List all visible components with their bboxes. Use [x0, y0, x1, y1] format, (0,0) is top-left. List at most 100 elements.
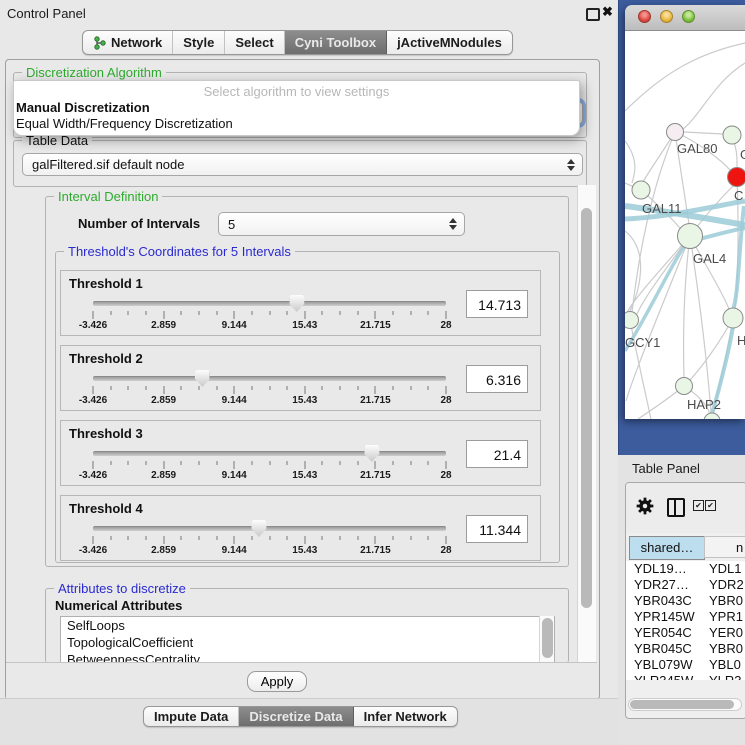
network-edge[interactable] — [684, 132, 723, 134]
close-icon[interactable]: ✖ — [602, 4, 613, 20]
slider-thumb[interactable] — [251, 520, 266, 537]
tick-label: 21.715 — [360, 395, 391, 406]
network-edge[interactable] — [625, 236, 690, 316]
dropdown-option-equal-width[interactable]: Equal Width/Frequency Discretization — [16, 116, 233, 131]
threshold-slider[interactable]: -3.4262.8599.14415.4321.71528 — [93, 346, 446, 412]
network-edge[interactable] — [684, 236, 690, 378]
dropdown-option-manual[interactable]: Manual Discretization — [16, 100, 150, 115]
network-node-gal80[interactable] — [667, 124, 684, 141]
tab-jactivemnodules[interactable]: jActiveMNodules — [387, 31, 512, 54]
table-row[interactable]: YDL19…YDL1 — [626, 561, 745, 577]
attributes-list-scrollbar[interactable] — [539, 616, 554, 662]
tick-label: 9.144 — [222, 470, 247, 481]
control-panel-titlebar: Control Panel ✖ — [0, 0, 618, 27]
threshold-value-field[interactable]: 11.344 — [466, 515, 528, 543]
threshold-value-field[interactable]: 6.316 — [466, 365, 528, 393]
group-title: Threshold's Coordinates for 5 Intervals — [64, 244, 295, 259]
checkbox-icon[interactable]: ✔ — [705, 500, 716, 511]
network-canvas[interactable]: GAL80GACGAL11GAL4GCY1HHAP2 — [625, 31, 745, 419]
columns-icon[interactable] — [667, 498, 685, 517]
threshold-slider[interactable]: -3.4262.8599.14415.4321.71528 — [93, 496, 446, 562]
node-label: GAL11 — [642, 201, 682, 216]
tab-discretize-data[interactable]: Discretize Data — [239, 707, 353, 726]
tab-select[interactable]: Select — [225, 31, 284, 54]
tick-label: 15.43 — [292, 320, 317, 331]
right-pane: GAL80GACGAL11GAL4GCY1HHAP2 Table Panel — [618, 0, 745, 745]
threshold-value-field[interactable]: 14.713 — [466, 290, 528, 318]
network-node-gal11[interactable] — [632, 181, 650, 199]
table-row[interactable]: YBR043CYBR0 — [626, 593, 745, 609]
group-title: Attributes to discretize — [54, 581, 190, 596]
list-item[interactable]: TopologicalCoefficient — [61, 634, 554, 651]
slider-thumb[interactable] — [195, 370, 210, 387]
network-edge[interactable] — [625, 141, 635, 183]
dropdown-hint: Select algorithm to view settings — [14, 84, 579, 99]
tick-label: 2.859 — [151, 545, 176, 556]
column-header-shared-name[interactable]: shared… — [629, 536, 705, 560]
table-row[interactable]: YPR145WYPR1 — [626, 609, 745, 625]
tick-label: 9.144 — [222, 545, 247, 556]
apply-button[interactable]: Apply — [247, 671, 307, 692]
slider-scale: -3.4262.8599.14415.4321.71528 — [93, 470, 446, 482]
numerical-attributes-list[interactable]: SelfLoopsTopologicalCoefficientBetweenne… — [60, 616, 555, 664]
network-node-gcy1[interactable] — [625, 312, 639, 329]
tab-label: Network — [111, 35, 162, 50]
table-row[interactable]: YLR345WYLR3 — [626, 673, 745, 680]
table-panel-toolbar: ✔ ✔ — [626, 483, 745, 533]
combo-stepper-icon — [449, 218, 457, 230]
checkbox-icon[interactable]: ✔ — [693, 500, 704, 511]
slider-thumb[interactable] — [289, 295, 304, 312]
tab-network[interactable]: Network — [83, 31, 173, 54]
slider-scale: -3.4262.8599.14415.4321.71528 — [93, 320, 446, 332]
table-horizontal-scrollbar[interactable] — [628, 698, 742, 711]
slider-ticks — [93, 311, 446, 319]
tab-label: Impute Data — [154, 709, 228, 724]
tab-label: Infer Network — [364, 709, 447, 724]
control-panel-tabs: Network StyleSelectCyni ToolboxjActiveMNo… — [82, 30, 513, 55]
table-row[interactable]: YBL079WYBL0 — [626, 657, 745, 673]
table-data-combobox[interactable]: galFiltered.sif default node — [22, 153, 583, 176]
threshold-slider[interactable]: -3.4262.8599.14415.4321.71528 — [93, 271, 446, 337]
zoom-traffic-icon[interactable] — [682, 10, 695, 23]
network-edge[interactable] — [683, 63, 745, 129]
tick-label: 28 — [440, 320, 451, 331]
network-node-node-bottom[interactable] — [704, 413, 720, 419]
network-node-c[interactable] — [728, 168, 745, 187]
network-edge[interactable] — [690, 318, 733, 380]
tab-style[interactable]: Style — [173, 31, 225, 54]
table-rows: YDL19…YDL1YDR27… YDR2YBR043CYBR0YPR145WYP… — [626, 561, 745, 680]
network-node-h[interactable] — [723, 308, 743, 328]
float-window-icon[interactable] — [586, 8, 600, 21]
network-node-ga[interactable] — [723, 126, 741, 144]
table-data-selected: galFiltered.sif default node — [32, 157, 184, 172]
close-traffic-icon[interactable] — [638, 10, 651, 23]
node-label: H — [737, 333, 745, 348]
tab-infer-network[interactable]: Infer Network — [354, 707, 457, 726]
slider-track — [93, 301, 446, 306]
tick-label: 2.859 — [151, 470, 176, 481]
table-row[interactable]: YBR045CYBR0 — [626, 641, 745, 657]
cell-name: YDR2 — [709, 577, 744, 592]
settings-scrollbar[interactable] — [577, 185, 596, 662]
threshold-value-field[interactable]: 21.4 — [466, 440, 528, 468]
minimize-traffic-icon[interactable] — [660, 10, 673, 23]
gear-icon[interactable] — [636, 497, 654, 520]
tab-cyni-toolbox[interactable]: Cyni Toolbox — [285, 31, 387, 54]
column-header-name[interactable]: n — [704, 536, 745, 558]
slider-thumb[interactable] — [364, 445, 379, 462]
tick-label: 21.715 — [360, 545, 391, 556]
table-row[interactable]: YER054CYER0 — [626, 625, 745, 641]
threshold-slider[interactable]: -3.4262.8599.14415.4321.71528 — [93, 421, 446, 487]
tab-impute-data[interactable]: Impute Data — [144, 707, 239, 726]
tick-label: -3.426 — [79, 395, 107, 406]
list-item[interactable]: SelfLoops — [61, 617, 554, 634]
num-intervals-combobox[interactable]: 5 — [218, 212, 465, 236]
cell-shared-name: YER054C — [634, 625, 692, 640]
network-window: GAL80GACGAL11GAL4GCY1HHAP2 — [625, 5, 745, 419]
cell-shared-name: YDR27… — [634, 577, 689, 592]
network-node-gal4[interactable] — [678, 224, 703, 249]
apply-row: Apply — [6, 662, 597, 699]
table-row[interactable]: YDR27… YDR2 — [626, 577, 745, 593]
network-node-hap2[interactable] — [676, 378, 693, 395]
table-panel-title: Table Panel — [632, 461, 700, 476]
